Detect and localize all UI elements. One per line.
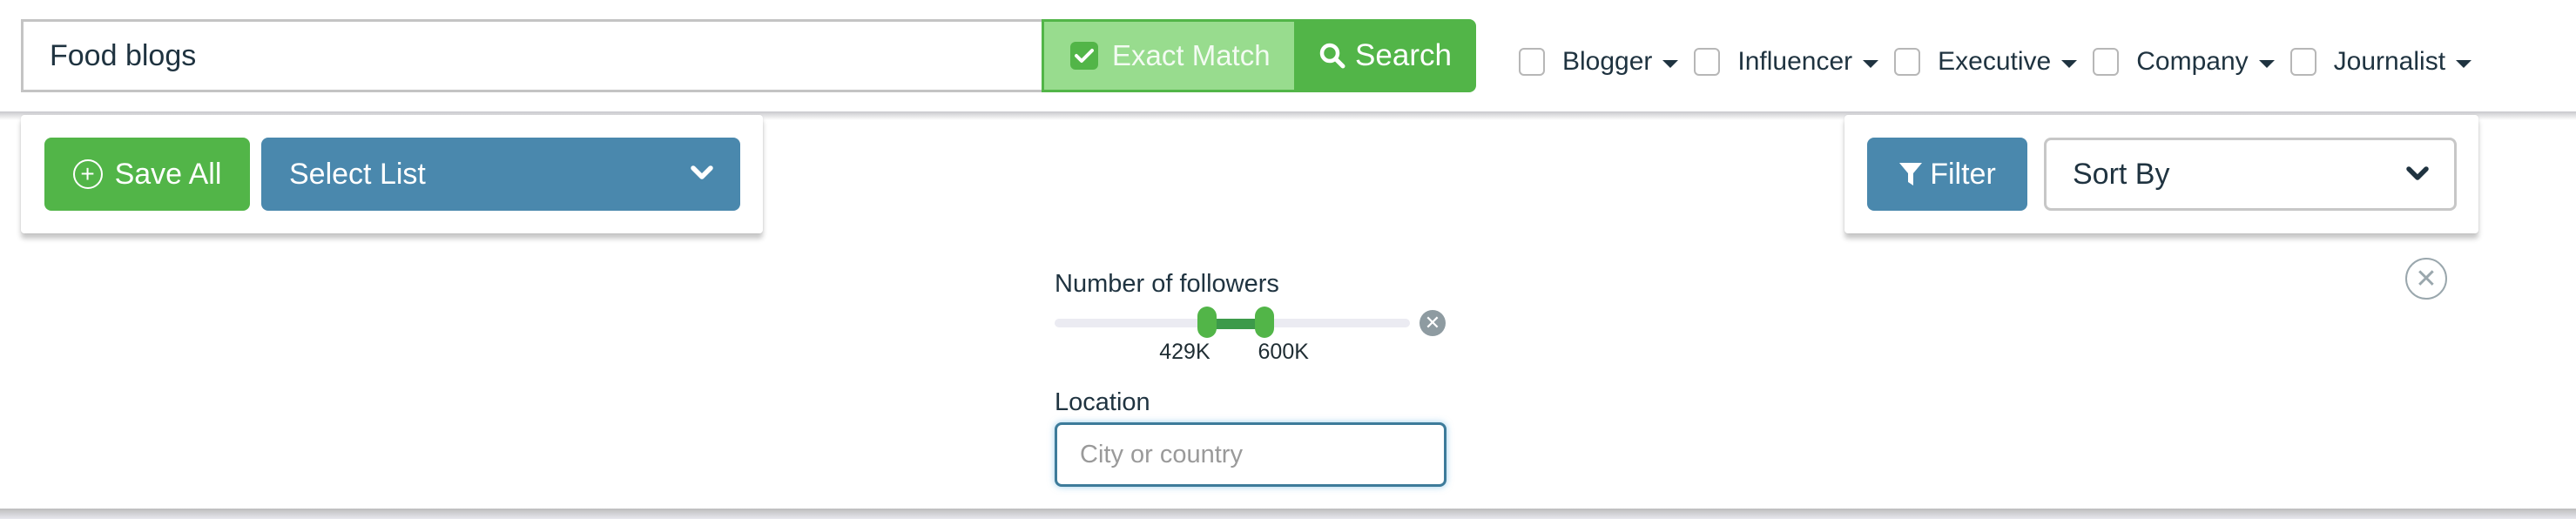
- exact-match-toggle[interactable]: Exact Match: [1042, 19, 1296, 92]
- sort-by-label: Sort By: [2073, 157, 2170, 191]
- search-button[interactable]: Search: [1294, 19, 1476, 92]
- caret-down-icon[interactable]: [2258, 59, 2275, 68]
- caret-down-icon[interactable]: [2456, 59, 2472, 68]
- type-filter-journalist: Journalist: [2289, 47, 2472, 77]
- filter-sort-card: Filter Sort By: [1844, 115, 2478, 233]
- save-all-button[interactable]: + Save All: [44, 138, 250, 211]
- search-page: Exact Match Search Blogger Influencer Ex…: [0, 0, 2576, 519]
- plus-circle-icon: +: [72, 159, 103, 189]
- select-list-label: Select List: [289, 157, 426, 191]
- influencer-label[interactable]: Influencer: [1737, 47, 1852, 77]
- search-bar: Exact Match Search Blogger Influencer Ex…: [0, 0, 2576, 115]
- influencer-checkbox[interactable]: [1694, 48, 1721, 76]
- location-input[interactable]: [1055, 422, 1446, 487]
- search-input[interactable]: [21, 19, 1043, 92]
- journalist-checkbox[interactable]: [2289, 48, 2316, 76]
- journalist-label[interactable]: Journalist: [2334, 47, 2445, 77]
- close-icon: ✕: [2415, 264, 2438, 293]
- sort-by-dropdown[interactable]: Sort By: [2044, 138, 2457, 211]
- type-filter-influencer: Influencer: [1694, 47, 1879, 77]
- close-icon: ✕: [1424, 312, 1441, 334]
- filter-button[interactable]: Filter: [1867, 138, 2027, 211]
- clear-followers-button[interactable]: ✕: [1419, 310, 1446, 336]
- caret-down-icon[interactable]: [1662, 59, 1679, 68]
- company-label[interactable]: Company: [2136, 47, 2248, 77]
- filter-icon: [1899, 163, 1923, 185]
- divider: [0, 509, 2576, 519]
- blogger-label[interactable]: Blogger: [1562, 47, 1652, 77]
- select-list-dropdown[interactable]: Select List: [261, 138, 740, 211]
- chevron-down-icon: [2406, 166, 2429, 180]
- exact-match-label: Exact Match: [1112, 39, 1271, 71]
- followers-label: Number of followers: [1055, 270, 1279, 298]
- type-filter-executive: Executive: [1894, 47, 2078, 77]
- location-label: Location: [1055, 388, 1150, 416]
- followers-slider-max-handle[interactable]: [1254, 307, 1274, 338]
- close-filters-button[interactable]: ✕: [2405, 258, 2447, 300]
- checkbox-checked-icon: [1070, 42, 1098, 70]
- chevron-down-icon: [691, 165, 713, 179]
- executive-label[interactable]: Executive: [1938, 47, 2051, 77]
- search-icon: [1319, 43, 1345, 69]
- followers-max-value: 600K: [1258, 340, 1309, 364]
- company-checkbox[interactable]: [2093, 48, 2120, 76]
- type-filters: Blogger Influencer Executive Company Jou: [1519, 42, 2487, 82]
- type-filter-company: Company: [2093, 47, 2275, 77]
- blogger-checkbox[interactable]: [1519, 48, 1545, 76]
- save-all-label: Save All: [114, 157, 222, 191]
- caret-down-icon[interactable]: [1863, 59, 1879, 68]
- executive-checkbox[interactable]: [1894, 48, 1921, 76]
- filter-label: Filter: [1930, 157, 1996, 191]
- list-actions-card: + Save All Select List: [21, 115, 763, 233]
- type-filter-blogger: Blogger: [1519, 47, 1679, 77]
- followers-min-value: 429K: [1159, 340, 1210, 364]
- caret-down-icon[interactable]: [2061, 59, 2078, 68]
- search-label: Search: [1355, 38, 1452, 72]
- followers-slider-min-handle[interactable]: [1197, 307, 1217, 338]
